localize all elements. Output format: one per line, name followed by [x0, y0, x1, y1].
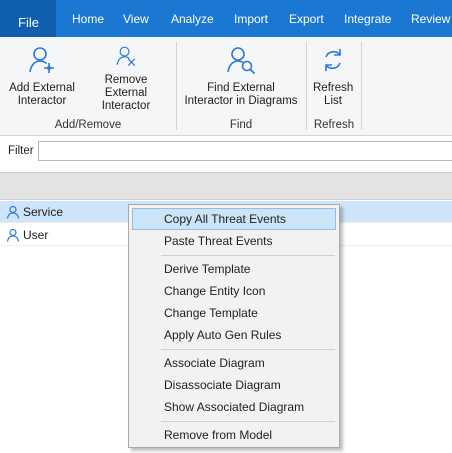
menu-item-derive-template[interactable]: Derive Template [132, 258, 336, 280]
menu-item-associate-diagram[interactable]: Associate Diagram [132, 352, 336, 374]
user-icon [6, 228, 20, 242]
menu-separator [161, 349, 335, 350]
ribbon: Add External Interactor Remove External … [0, 37, 452, 136]
find-in-diagrams-button[interactable]: Find External Interactor in Diagrams [180, 37, 302, 113]
menu-item-paste-threat-events[interactable]: Paste Threat Events [132, 230, 336, 252]
menu-item-change-template[interactable]: Change Template [132, 302, 336, 324]
tab-home[interactable]: Home [72, 12, 104, 26]
ribbon-separator [361, 42, 362, 130]
menu-item-remove-from-model[interactable]: Remove from Model [132, 424, 336, 446]
group-label-refresh: Refresh [313, 119, 355, 131]
remove-user-icon [116, 46, 136, 66]
ribbon-separator [306, 42, 307, 130]
menu-bar: File Home View Analyze Import Export Int… [0, 0, 452, 37]
grid-header [0, 172, 452, 200]
file-menu-button[interactable]: File [0, 0, 56, 37]
add-external-interactor-label: Add External Interactor [9, 82, 75, 107]
tab-integrate[interactable]: Integrate [344, 12, 391, 26]
group-label-add-remove: Add/Remove [54, 119, 122, 131]
menu-item-change-entity-icon[interactable]: Change Entity Icon [132, 280, 336, 302]
menu-item-copy-all-threat-events[interactable]: Copy All Threat Events [132, 208, 336, 230]
add-external-interactor-button[interactable]: Add External Interactor [4, 37, 80, 113]
refresh-icon [325, 49, 341, 71]
context-menu: Copy All Threat Events Paste Threat Even… [128, 204, 340, 448]
tab-import[interactable]: Import [234, 12, 268, 26]
remove-external-interactor-button[interactable]: Remove External Interactor [82, 37, 170, 113]
group-label-find: Find [229, 119, 253, 131]
row-label: Service [23, 204, 64, 219]
row-label: User [23, 227, 49, 242]
tab-review[interactable]: Review [411, 12, 450, 26]
menu-separator [161, 255, 335, 256]
find-in-diagrams-label: Find External Interactor in Diagrams [184, 82, 298, 107]
tab-export[interactable]: Export [289, 12, 324, 26]
menu-separator [161, 421, 335, 422]
refresh-list-button[interactable]: Refresh List [308, 37, 358, 113]
menu-item-disassociate-diagram[interactable]: Disassociate Diagram [132, 374, 336, 396]
tab-analyze[interactable]: Analyze [171, 12, 214, 26]
filter-label: Filter [8, 145, 34, 157]
tab-view[interactable]: View [123, 12, 149, 26]
find-user-icon [227, 47, 256, 75]
remove-external-interactor-label: Remove External Interactor [101, 74, 151, 112]
menu-item-apply-auto-gen-rules[interactable]: Apply Auto Gen Rules [132, 324, 336, 346]
user-icon [6, 205, 20, 219]
ribbon-separator [176, 42, 177, 130]
refresh-list-label: Refresh List [313, 82, 354, 107]
add-user-icon [29, 47, 54, 73]
filter-input[interactable] [38, 141, 452, 161]
menu-item-show-associated-diagram[interactable]: Show Associated Diagram [132, 396, 336, 418]
